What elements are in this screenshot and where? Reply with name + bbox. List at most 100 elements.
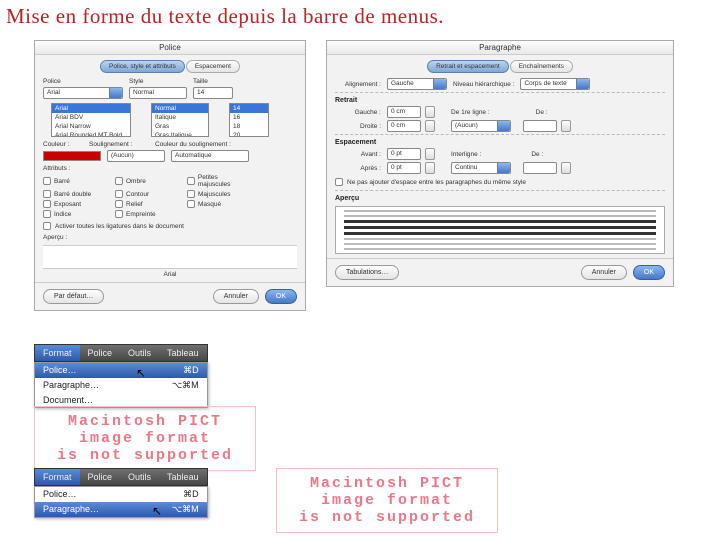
- attr-empreinte[interactable]: Empreinte: [115, 210, 179, 218]
- attr-relief[interactable]: Relief: [115, 200, 179, 208]
- label-no-space-same-style: Ne pas ajouter d'espace entre les paragr…: [347, 179, 526, 186]
- menu-item-police-2[interactable]: Police…⌘D: [35, 487, 207, 502]
- underline-select[interactable]: (Aucun): [107, 150, 165, 162]
- outline-level-select[interactable]: Corps de texte: [520, 78, 590, 90]
- label-alignement: Alignement :: [335, 81, 381, 88]
- cancel-button[interactable]: Annuler: [213, 289, 259, 304]
- indent-right-input[interactable]: 0 cm: [387, 120, 421, 132]
- section-apercu: Aperçu: [335, 195, 665, 202]
- attr-exposant[interactable]: Exposant: [43, 200, 107, 208]
- font-select[interactable]: Arial: [43, 87, 123, 99]
- label-couleur: Couleur :: [43, 141, 83, 148]
- label-de-1: De :: [536, 109, 548, 116]
- menubar-2: Format Police Outils Tableau: [34, 468, 208, 486]
- section-espacement: Espacement: [335, 139, 665, 146]
- menubar-item-outils[interactable]: Outils: [120, 345, 159, 361]
- label-droite: Droite :: [335, 123, 381, 130]
- menu-item-paragraphe-2[interactable]: Paragraphe…⌥⌘M: [35, 502, 207, 517]
- label-interligne: Interligne :: [451, 151, 481, 158]
- attr-petites-maj[interactable]: Petites majuscules: [187, 174, 251, 188]
- label-gauche: Gauche :: [335, 109, 381, 116]
- menubar-item-police[interactable]: Police: [80, 345, 121, 361]
- default-button[interactable]: Par défaut…: [43, 289, 104, 304]
- ok-button[interactable]: OK: [265, 289, 297, 304]
- dialog-paragraphe-title: Paragraphe: [327, 41, 673, 55]
- menubar-item-outils-2[interactable]: Outils: [120, 469, 159, 485]
- pict-unsupported-2: Macintosh PICT image format is not suppo…: [276, 468, 498, 533]
- font-preview: [43, 245, 297, 269]
- section-retrait: Retrait: [335, 97, 665, 104]
- menubar-item-tableau-2[interactable]: Tableau: [159, 469, 207, 485]
- color-picker[interactable]: [43, 151, 101, 161]
- label-niveau: Niveau hiérarchique :: [453, 81, 514, 88]
- style-select[interactable]: Normal: [129, 87, 187, 99]
- attributes-group: Barré Ombre Petites majuscules Barré dou…: [43, 174, 297, 218]
- menu-format-paragraphe: Format Police Outils Tableau Police…⌘D P…: [34, 468, 208, 518]
- label-de-2: De :: [531, 151, 543, 158]
- pict-unsupported-1: Macintosh PICT image format is not suppo…: [34, 406, 256, 471]
- font-listbox[interactable]: Arial Arial BDV Arial Narrow Arial Round…: [51, 103, 131, 137]
- label-avant: Avant :: [335, 151, 381, 158]
- page-title: Mise en forme du texte depuis la barre d…: [0, 0, 720, 37]
- label-attributs: Attributs :: [43, 165, 297, 172]
- label-police: Police: [43, 78, 123, 85]
- size-select[interactable]: 14: [193, 87, 233, 99]
- indent-left-input[interactable]: 0 cm: [387, 106, 421, 118]
- label-couleur-soulign: Couleur du soulignement :: [155, 141, 231, 148]
- tabulations-button[interactable]: Tabulations…: [335, 265, 399, 280]
- tab-enchainements[interactable]: Enchaînements: [510, 60, 573, 73]
- label-apres: Après :: [335, 165, 381, 172]
- indent-right-stepper[interactable]: [425, 120, 435, 132]
- dialog-police-title: Police: [35, 41, 305, 55]
- label-style: Style: [129, 78, 187, 85]
- attr-barre[interactable]: Barré: [43, 174, 107, 188]
- first-line-value-input[interactable]: [523, 120, 557, 132]
- line-spacing-value-stepper[interactable]: [561, 162, 571, 174]
- dialog-paragraphe: Paragraphe Retrait et espacement Enchaîn…: [326, 40, 674, 287]
- tab-police-styles[interactable]: Police, style et attributs: [100, 60, 185, 73]
- menubar-item-police-2[interactable]: Police: [80, 469, 121, 485]
- label-taille: Taille: [193, 78, 233, 85]
- underline-color-select[interactable]: Automatique: [171, 150, 249, 162]
- paragraph-ok-button[interactable]: OK: [633, 265, 665, 280]
- menubar-item-format[interactable]: Format: [35, 345, 80, 361]
- space-after-input[interactable]: 0 pt: [387, 162, 421, 174]
- menu-item-police[interactable]: Police…⌘D: [35, 363, 207, 378]
- space-before-input[interactable]: 0 pt: [387, 148, 421, 160]
- size-listbox[interactable]: 14 16 18 20 22: [229, 103, 269, 137]
- dropdown-format-1: Police…⌘D Paragraphe…⌥⌘M Document…: [34, 362, 208, 408]
- space-before-stepper[interactable]: [425, 148, 435, 160]
- label-ligatures: Activer toutes les ligatures dans le doc…: [55, 223, 184, 230]
- attr-barre-double[interactable]: Barré double: [43, 190, 107, 198]
- label-apercu: Aperçu :: [43, 234, 297, 241]
- paragraph-cancel-button[interactable]: Annuler: [581, 265, 627, 280]
- first-line-value-stepper[interactable]: [561, 120, 571, 132]
- space-after-stepper[interactable]: [425, 162, 435, 174]
- alignment-select[interactable]: Gauche: [387, 78, 447, 90]
- attr-majuscules[interactable]: Majuscules: [187, 190, 251, 198]
- dialog-police: Police Police, style et attributs Espace…: [34, 40, 306, 311]
- menubar-item-format-2[interactable]: Format: [35, 469, 80, 485]
- dropdown-format-2: Police…⌘D Paragraphe…⌥⌘M: [34, 486, 208, 518]
- paragraph-preview: [335, 206, 665, 254]
- attr-ombre[interactable]: Ombre: [115, 174, 179, 188]
- indent-left-stepper[interactable]: [425, 106, 435, 118]
- menu-item-document[interactable]: Document…: [35, 393, 207, 407]
- line-spacing-value-input[interactable]: [523, 162, 557, 174]
- label-de-1re: De 1re ligne :: [451, 109, 490, 116]
- checkbox-no-space-same-style[interactable]: [335, 178, 343, 186]
- tab-espacement[interactable]: Espacement: [186, 60, 240, 73]
- style-listbox[interactable]: Normal Italique Gras Gras Italique: [151, 103, 209, 137]
- attr-masque[interactable]: Masqué: [187, 200, 251, 208]
- attr-indice[interactable]: Indice: [43, 210, 107, 218]
- menu-format-police: Format Police Outils Tableau Police…⌘D P…: [34, 344, 208, 408]
- font-preview-name: Arial: [35, 271, 305, 278]
- first-line-select[interactable]: (Aucun): [451, 120, 511, 132]
- attr-contour[interactable]: Contour: [115, 190, 179, 198]
- menubar-item-tableau[interactable]: Tableau: [159, 345, 207, 361]
- checkbox-ligatures[interactable]: [43, 222, 51, 230]
- menubar-1: Format Police Outils Tableau: [34, 344, 208, 362]
- menu-item-paragraphe[interactable]: Paragraphe…⌥⌘M: [35, 378, 207, 393]
- line-spacing-select[interactable]: Continu: [451, 162, 511, 174]
- tab-retrait-espacement[interactable]: Retrait et espacement: [427, 60, 509, 73]
